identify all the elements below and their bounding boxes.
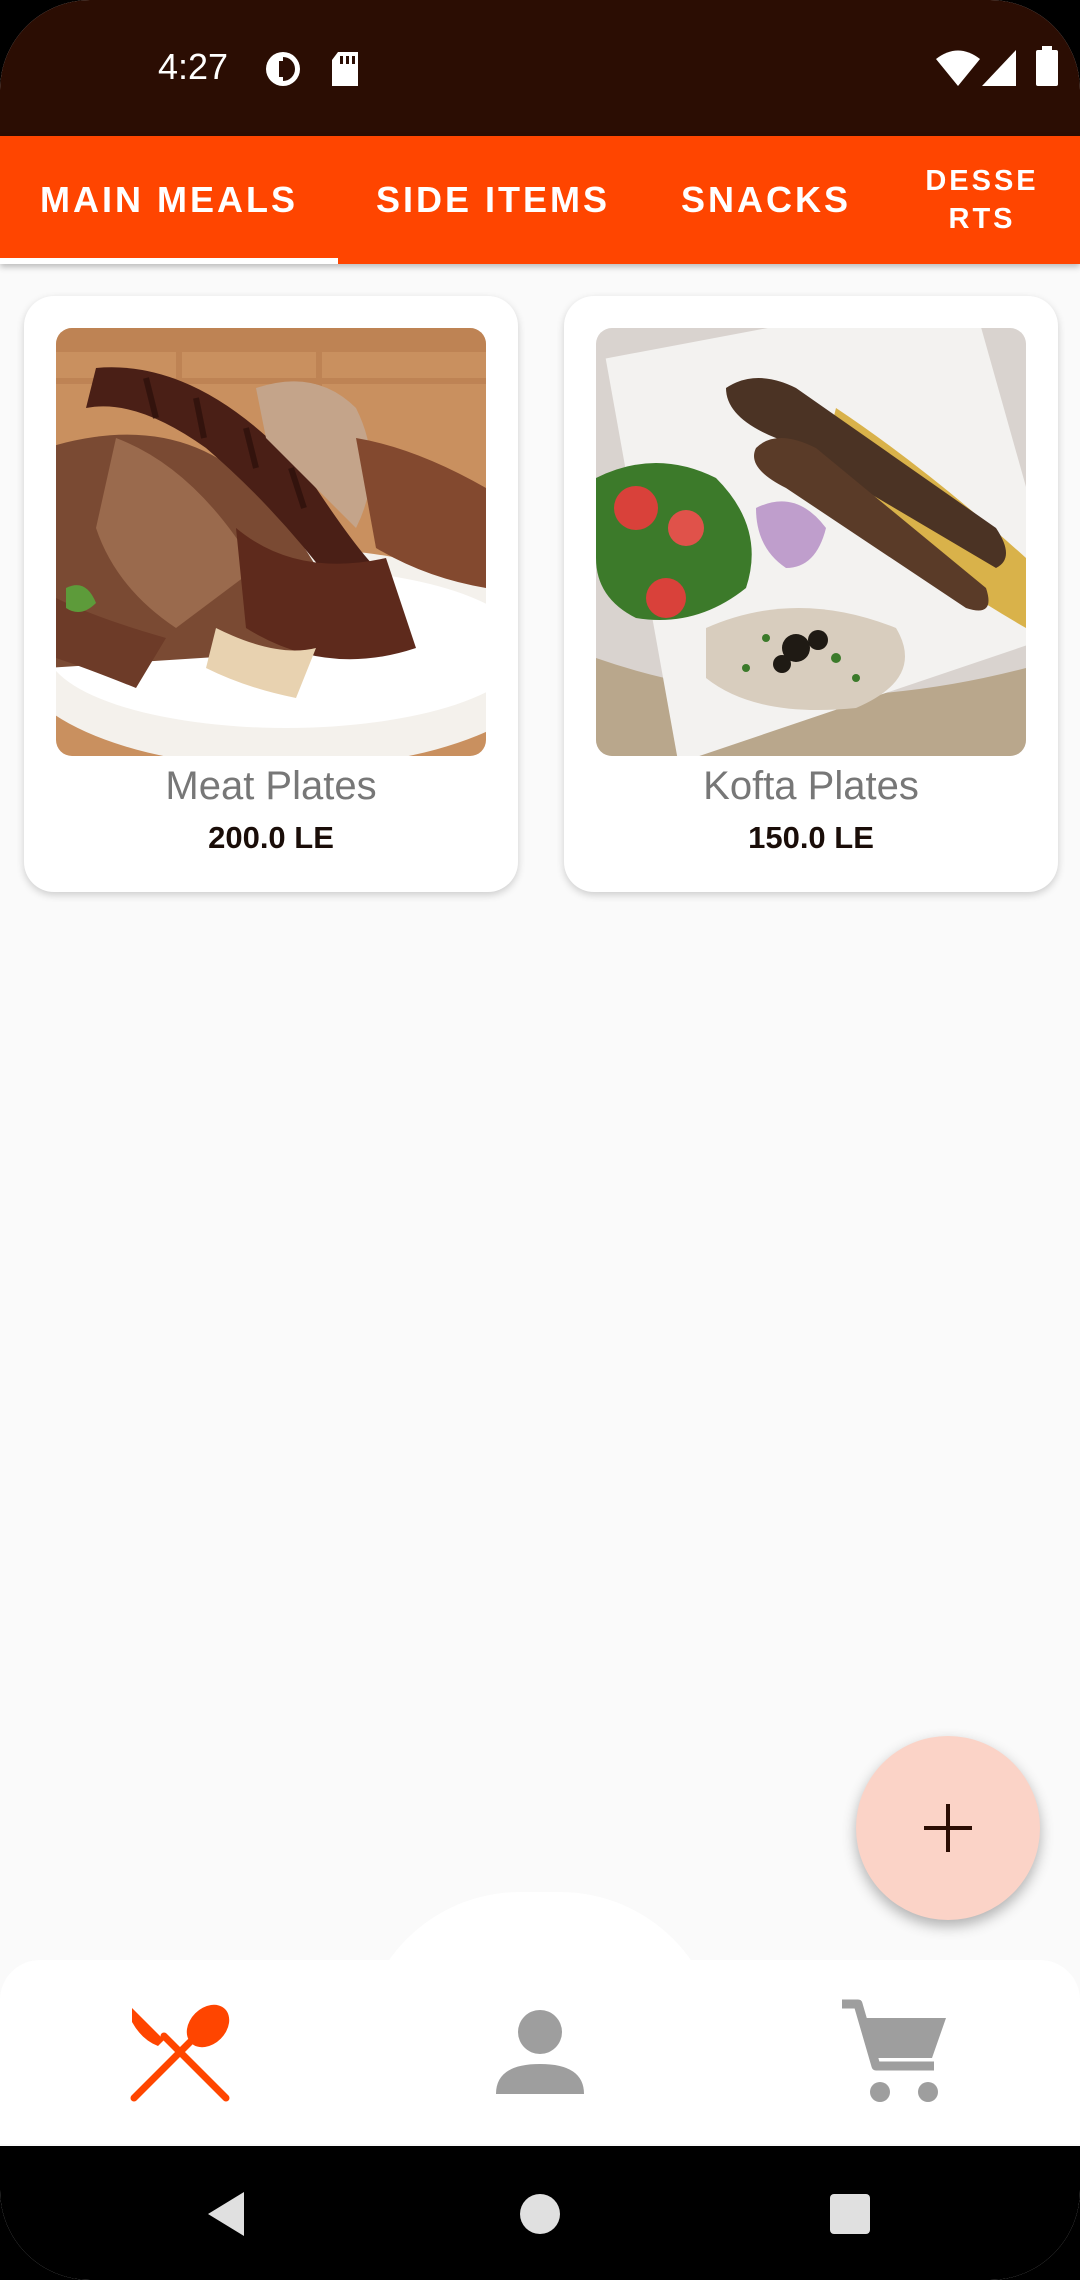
person-icon [496, 2010, 584, 2094]
restaurant-icon [130, 2004, 230, 2102]
product-image [56, 328, 486, 756]
tab-side-items[interactable]: SIDE ITEMS [338, 136, 648, 264]
tab-snacks-label: SNACKS [680, 179, 851, 220]
product-price: 200.0 LE [208, 820, 334, 855]
status-time: 4:27 [158, 46, 229, 87]
nav-item-cart[interactable] [794, 1960, 994, 2144]
nav-item-profile[interactable] [440, 1960, 640, 2144]
tab-desserts-label-line1: DESSE [925, 165, 1039, 197]
tab-main-meals-label: MAIN MEALS [40, 179, 298, 220]
cart-icon [842, 1999, 946, 2102]
battery-icon [1036, 46, 1058, 86]
back-button[interactable] [186, 2174, 266, 2254]
home-icon [520, 2194, 560, 2234]
app-screen: 4:27 MAIN MEALS SIDE ITEMS SNACKS DESSE … [0, 0, 1080, 2280]
bottom-navigation [0, 1960, 1080, 2144]
category-tab-bar: MAIN MEALS SIDE ITEMS SNACKS DESSE RTS [0, 136, 1080, 264]
signal-icon [982, 50, 1016, 86]
back-icon [208, 2192, 244, 2236]
selected-tab-indicator [0, 258, 338, 264]
product-card[interactable]: Meat Plates 200.0 LE [24, 296, 518, 892]
sd-card-icon [332, 52, 358, 86]
nav-item-menu[interactable] [80, 1960, 280, 2144]
product-card[interactable]: Kofta Plates 150.0 LE [564, 296, 1058, 892]
recents-button[interactable] [810, 2174, 890, 2254]
product-name: Meat Plates [165, 764, 377, 808]
add-button[interactable] [856, 1736, 1040, 1920]
recents-icon [830, 2194, 870, 2234]
tab-desserts[interactable]: DESSE RTS [884, 136, 1080, 264]
data-saver-icon [266, 52, 300, 86]
tab-snacks[interactable]: SNACKS [648, 136, 884, 264]
status-bar: 4:27 [0, 0, 1080, 136]
kofta-plate-photo [596, 328, 1026, 756]
tab-main-meals[interactable]: MAIN MEALS [0, 136, 338, 264]
system-navigation-bar [0, 2146, 1080, 2280]
product-price: 150.0 LE [748, 820, 874, 855]
tab-desserts-label-line2: RTS [948, 203, 1016, 235]
wifi-icon [936, 50, 980, 86]
plus-icon [924, 1804, 972, 1852]
grilled-meat-plate-photo [56, 328, 486, 756]
home-button[interactable] [500, 2174, 580, 2254]
tab-side-items-label: SIDE ITEMS [375, 179, 611, 220]
product-image [596, 328, 1026, 756]
product-name: Kofta Plates [703, 764, 919, 808]
